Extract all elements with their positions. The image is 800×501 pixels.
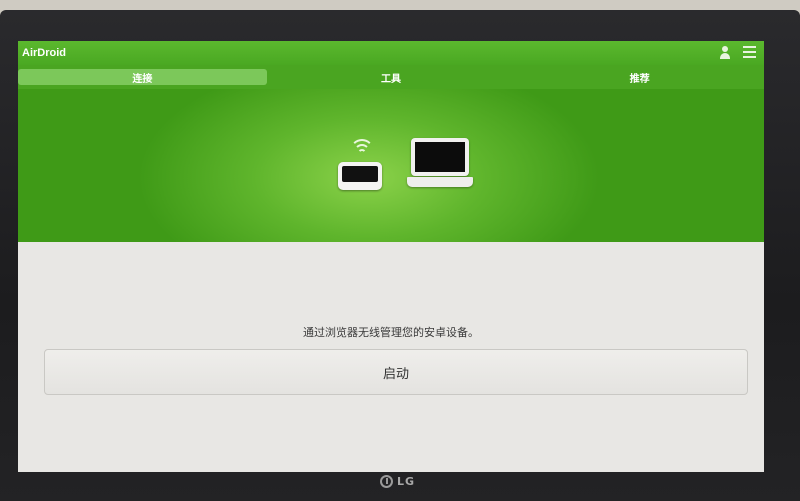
laptop-icon: [411, 138, 469, 176]
phone-icon: [338, 162, 382, 190]
tab-bar: 连接 工具 推荐: [18, 65, 764, 89]
tv-screen: AirDroid 连接 工具 推荐 通过浏览器无线管理您的安卓设备。 启动: [18, 41, 764, 472]
tab-tools[interactable]: 工具: [267, 65, 516, 89]
header-actions: [719, 46, 756, 59]
tv-brand-text: LG: [397, 474, 416, 488]
user-icon[interactable]: [719, 46, 731, 59]
tv-brand-logo: LG: [380, 470, 440, 492]
laptop-base: [407, 177, 473, 187]
connection-hero: [18, 89, 764, 242]
tab-recommend[interactable]: 推荐: [515, 65, 764, 89]
menu-icon[interactable]: [743, 46, 756, 58]
description-text: 通过浏览器无线管理您的安卓设备。: [303, 326, 479, 339]
lg-logo-icon: [380, 474, 393, 488]
wifi-icon: [350, 139, 374, 157]
tab-connect[interactable]: 连接: [18, 69, 267, 85]
app-title: AirDroid: [22, 47, 66, 59]
tv-bezel: AirDroid 连接 工具 推荐 通过浏览器无线管理您的安卓设备。 启动 LG: [0, 10, 800, 501]
start-button[interactable]: 启动: [44, 349, 748, 395]
app-header: AirDroid: [18, 41, 764, 65]
